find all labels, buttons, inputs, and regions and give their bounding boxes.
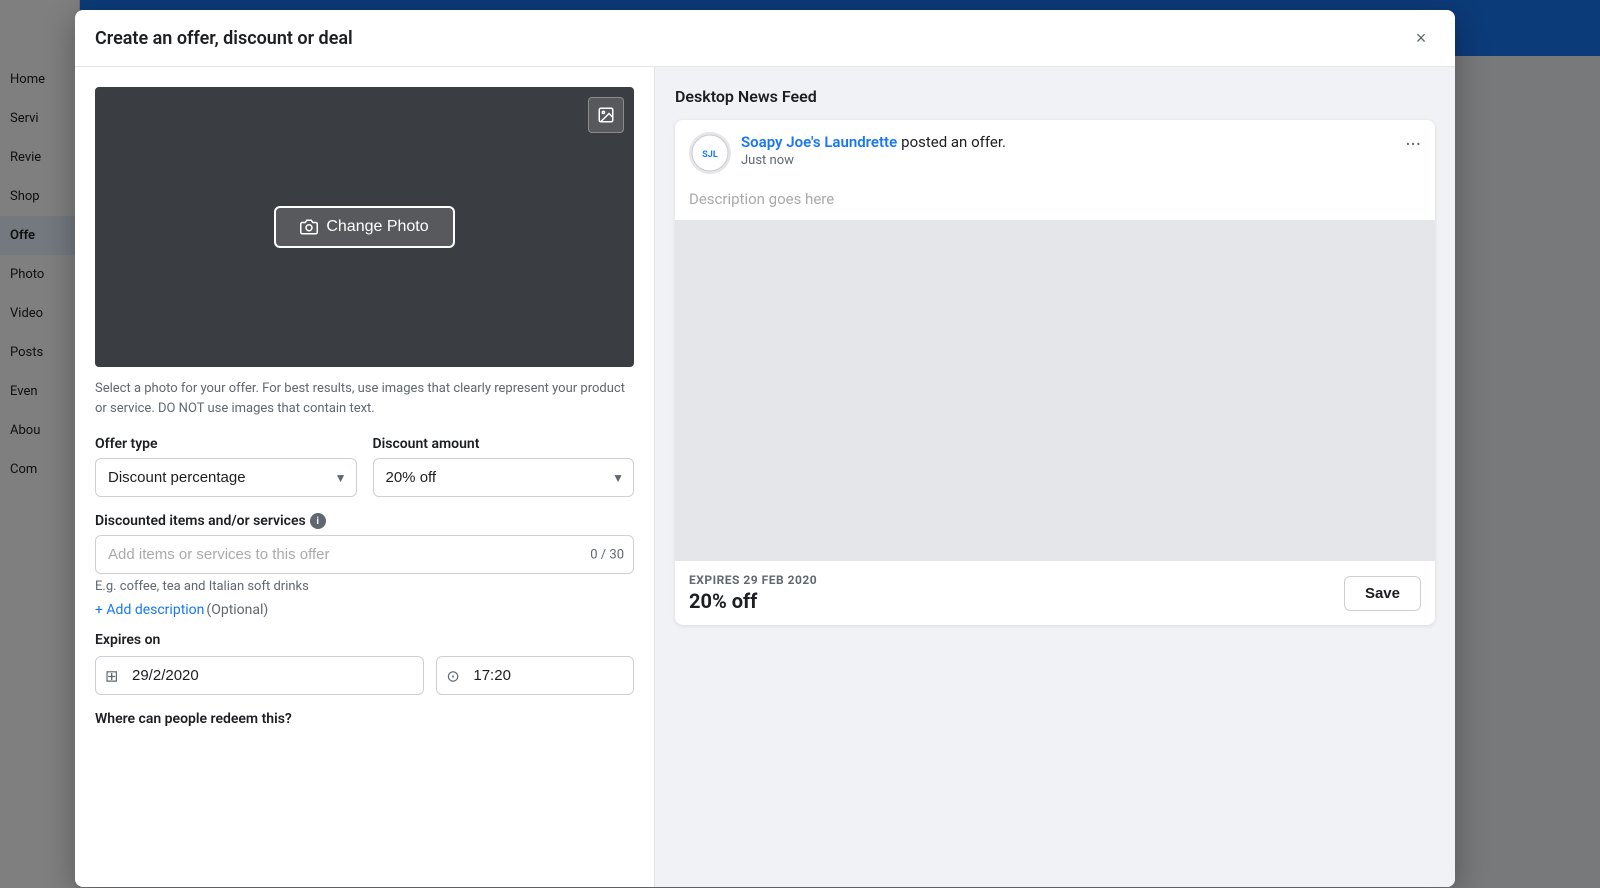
create-offer-modal: Create an offer, discount or deal ×	[75, 10, 1455, 887]
preview-description-placeholder: Description goes here	[675, 186, 1435, 220]
preview-image-area	[675, 220, 1435, 560]
clock-icon: ⊙	[446, 666, 459, 685]
discount-amount-select-wrapper: 10% off 15% off 20% off 25% off 30% off …	[373, 458, 635, 497]
preview-timestamp: Just now	[741, 153, 1006, 168]
where-redeem-label: Where can people redeem this?	[95, 711, 634, 727]
add-description-button[interactable]: + Add description (Optional)	[95, 602, 634, 618]
discounted-items-group: Discounted items and/or services i 0 / 3…	[95, 513, 634, 594]
offer-type-label: Offer type	[95, 436, 357, 452]
discounted-items-count: 0 / 30	[590, 547, 624, 562]
discounted-items-input-wrapper: 0 / 30	[95, 535, 634, 574]
avatar: SJL	[689, 132, 731, 174]
preview-action-text: posted an offer.	[901, 133, 1006, 151]
calendar-icon: ⊞	[105, 666, 118, 685]
photo-hint-text: Select a photo for your offer. For best …	[95, 379, 634, 418]
photo-upload-area[interactable]: Change Photo	[95, 87, 634, 367]
modal-title: Create an offer, discount or deal	[95, 28, 353, 49]
offer-type-select[interactable]: Discount percentage Discount amount Free…	[95, 458, 357, 497]
discounted-items-input[interactable]	[95, 535, 634, 574]
preview-page-name: Soapy Joe's Laundrette	[741, 133, 897, 151]
discount-amount-label: Discount amount	[373, 436, 635, 452]
preview-card: SJL Soapy Joe's Laundrette posted an off…	[675, 120, 1435, 625]
offer-type-select-wrapper: Discount percentage Discount amount Free…	[95, 458, 357, 497]
preview-title: Desktop News Feed	[675, 87, 1435, 106]
preview-discount-value: 20% off	[689, 589, 817, 613]
preview-user-text: Soapy Joe's Laundrette posted an offer. …	[741, 132, 1006, 168]
discount-amount-select[interactable]: 10% off 15% off 20% off 25% off 30% off …	[373, 458, 635, 497]
photo-gallery-icon-button[interactable]	[588, 97, 624, 133]
discounted-items-info-icon[interactable]: i	[310, 513, 326, 529]
discount-amount-group: Discount amount 10% off 15% off 20% off …	[373, 436, 635, 497]
preview-card-footer: EXPIRES 29 FEB 2020 20% off Save	[675, 560, 1435, 625]
svg-text:SJL: SJL	[702, 150, 718, 160]
expires-on-label: Expires on	[95, 632, 634, 648]
time-input[interactable]	[436, 656, 634, 695]
modal-header: Create an offer, discount or deal ×	[75, 10, 1455, 67]
close-button[interactable]: ×	[1407, 24, 1435, 52]
preview-card-header: SJL Soapy Joe's Laundrette posted an off…	[675, 120, 1435, 186]
date-input-wrapper: ⊞	[95, 656, 424, 695]
date-time-row: ⊞ ⊙	[95, 656, 634, 695]
offer-type-row: Offer type Discount percentage Discount …	[95, 436, 634, 497]
preview-user-info: SJL Soapy Joe's Laundrette posted an off…	[689, 132, 1006, 174]
discounted-items-label: Discounted items and/or services i	[95, 513, 634, 529]
left-panel: Change Photo Select a photo for your off…	[75, 67, 655, 887]
optional-label: (Optional)	[206, 602, 268, 618]
preview-expires-label: EXPIRES 29 FEB 2020	[689, 573, 817, 587]
date-input[interactable]	[95, 656, 424, 695]
offer-type-group: Offer type Discount percentage Discount …	[95, 436, 357, 497]
change-photo-button[interactable]: Change Photo	[274, 206, 454, 248]
time-input-wrapper: ⊙	[436, 656, 634, 695]
preview-offer-info: EXPIRES 29 FEB 2020 20% off	[689, 573, 817, 613]
discounted-items-example: E.g. coffee, tea and Italian soft drinks	[95, 579, 634, 594]
more-options-icon[interactable]: ···	[1405, 132, 1421, 156]
save-button[interactable]: Save	[1344, 576, 1421, 611]
right-panel-preview: Desktop News Feed SJL	[655, 67, 1455, 887]
modal-body: Change Photo Select a photo for your off…	[75, 67, 1455, 887]
